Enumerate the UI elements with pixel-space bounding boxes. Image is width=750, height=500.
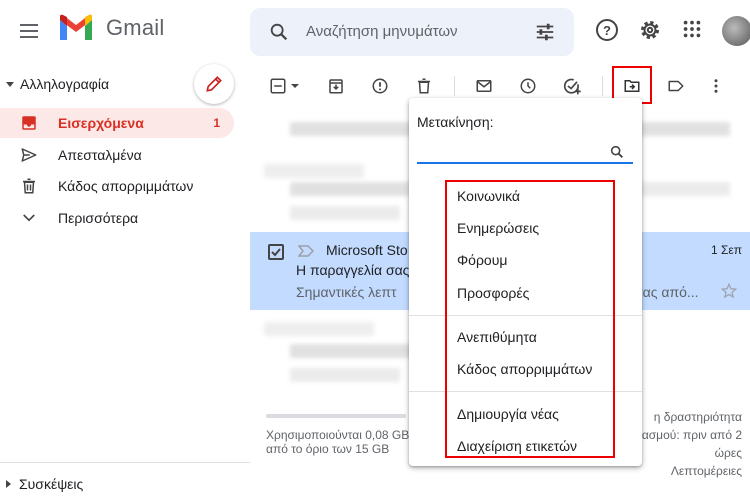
settings-gear-icon[interactable] — [638, 18, 662, 42]
snooze-clock-icon[interactable] — [518, 76, 538, 96]
search-bar[interactable]: Αναζήτηση μηνυμάτων — [250, 8, 574, 56]
send-icon — [21, 148, 37, 162]
meet-section-label: Συσκέψεις — [19, 476, 84, 492]
mail-section-toggle[interactable]: Αλληλογραφία — [6, 76, 109, 92]
sidebar-item-label: Κάδος απορριμμάτων — [58, 178, 194, 194]
top-bar: Gmail Αναζήτηση μηνυμάτων ? — [0, 0, 750, 62]
toolbar-separator — [454, 76, 455, 96]
importance-marker-icon[interactable] — [298, 244, 314, 258]
mail-subject: Η παραγγελία σας — [296, 262, 410, 278]
move-menu-search-input[interactable] — [417, 138, 633, 164]
help-icon[interactable]: ? — [595, 18, 619, 42]
more-options-icon[interactable] — [706, 76, 726, 96]
sidebar-item-label: Απεσταλμένα — [58, 147, 142, 163]
gmail-logo[interactable]: Gmail — [58, 14, 164, 42]
search-placeholder[interactable]: Αναζήτηση μηνυμάτων — [306, 23, 458, 40]
storage-usage-text: Χρησιμοποιούνται 0,08 GB από το όριο των… — [266, 428, 410, 456]
sidebar-item-label: Περισσότερα — [58, 210, 139, 226]
inbox-icon — [22, 116, 36, 130]
gmail-m-icon — [60, 14, 92, 40]
main-menu-icon[interactable] — [16, 18, 42, 44]
expand-triangle-icon — [6, 480, 11, 488]
add-to-tasks-icon[interactable] — [562, 76, 582, 96]
mark-as-read-icon[interactable] — [474, 76, 494, 96]
move-to-menu: Μετακίνηση: Κοινωνικά Ενημερώσεις Φόρουμ… — [409, 98, 642, 466]
mail-snippet: Σημαντικές λεπτ — [296, 284, 397, 300]
sidebar-item-trash[interactable]: Κάδος απορριμμάτων — [0, 171, 234, 201]
gmail-window: Gmail Αναζήτηση μηνυμάτων ? Αλληλογραφία… — [0, 0, 750, 500]
sidebar-item-sent[interactable]: Απεσταλμένα — [0, 140, 234, 170]
collapse-triangle-icon — [6, 81, 14, 87]
row-checkbox[interactable] — [268, 244, 284, 260]
search-icon[interactable] — [268, 21, 290, 43]
sidebar-item-inbox[interactable]: Εισερχόμενα 1 — [0, 108, 234, 138]
chevron-down-icon — [23, 214, 35, 222]
sidebar: Αλληλογραφία Εισερχόμενα 1 Απεσταλμένα Κ… — [0, 62, 250, 500]
sidebar-item-label: Εισερχόμενα — [58, 115, 144, 131]
toolbar-separator — [602, 76, 603, 96]
meet-section-toggle[interactable]: Συσκέψεις — [6, 476, 83, 492]
svg-text:?: ? — [603, 23, 611, 38]
sidebar-item-more[interactable]: Περισσότερα — [0, 203, 234, 233]
apps-grid-icon[interactable] — [681, 18, 703, 40]
star-icon[interactable] — [720, 282, 738, 300]
mail-sender: Microsoft Sto — [326, 242, 408, 258]
menu-options-highlight — [445, 180, 615, 458]
sidebar-divider — [0, 462, 250, 463]
mail-section-label: Αλληλογραφία — [20, 76, 110, 92]
pencil-icon — [206, 76, 222, 92]
mail-date: 1 Σεπ — [710, 243, 742, 257]
select-menu-caret-icon[interactable] — [288, 76, 302, 96]
label-tag-icon[interactable] — [666, 76, 686, 96]
trash-icon — [23, 178, 35, 194]
unread-count: 1 — [213, 116, 220, 130]
move-menu-title: Μετακίνηση: — [417, 114, 494, 130]
archive-icon[interactable] — [326, 76, 346, 96]
select-checkbox-icon[interactable] — [268, 76, 288, 96]
delete-icon[interactable] — [414, 76, 434, 96]
search-options-icon[interactable] — [534, 21, 556, 43]
app-name: Gmail — [106, 15, 165, 40]
compose-button[interactable] — [194, 64, 234, 104]
storage-progress-bar — [266, 414, 406, 418]
search-icon — [610, 145, 623, 158]
report-spam-icon[interactable] — [370, 76, 390, 96]
account-avatar[interactable] — [722, 16, 750, 46]
